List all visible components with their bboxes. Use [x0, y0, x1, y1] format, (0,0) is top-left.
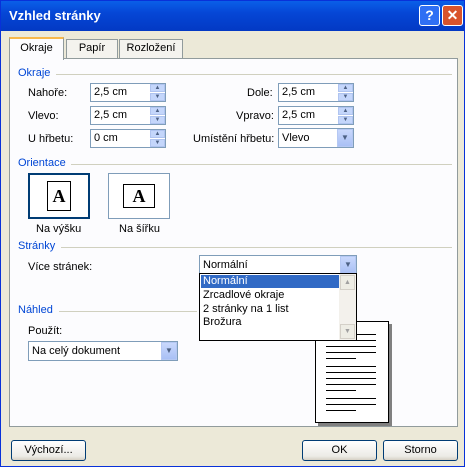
- window-title: Vzhled stránky: [9, 8, 101, 23]
- ok-button[interactable]: OK: [302, 440, 377, 461]
- bottom-margin-label: Dole:: [247, 87, 273, 99]
- divider: [61, 247, 452, 248]
- apply-to-select[interactable]: Na celý dokument ▼: [28, 341, 178, 361]
- scroll-up-icon[interactable]: ▲: [340, 275, 355, 290]
- chevron-down-icon[interactable]: ▼: [340, 256, 356, 274]
- dropdown-option[interactable]: Zrcadlové okraje: [201, 289, 341, 302]
- apply-to-value: Na celý dokument: [32, 345, 121, 357]
- gutter-position-select[interactable]: Vlevo ▼: [278, 128, 354, 148]
- spin-up-icon[interactable]: ▲: [150, 84, 165, 92]
- portrait-label: Na výšku: [36, 223, 82, 235]
- tab-label: Papír: [78, 42, 106, 54]
- close-button[interactable]: ✕: [442, 5, 463, 26]
- top-margin-label: Nahoře:: [28, 87, 68, 99]
- right-margin-spinner[interactable]: 2,5 cm ▲ ▼: [278, 106, 354, 125]
- page-setup-dialog: Vzhled stránky ? ✕ Okraje Papír Rozložen…: [0, 0, 465, 467]
- help-button[interactable]: ?: [419, 5, 440, 26]
- divider: [59, 311, 197, 312]
- multiple-pages-label: Více stránek:: [28, 261, 93, 273]
- spin-up-icon[interactable]: ▲: [150, 107, 165, 115]
- right-margin-value: 2,5 cm: [282, 109, 316, 121]
- spin-down-icon[interactable]: ▼: [338, 93, 353, 101]
- tab-label: Rozložení: [126, 42, 176, 54]
- dropdown-option[interactable]: 2 stránky na 1 list: [201, 303, 341, 316]
- left-margin-value: 2,5 cm: [94, 109, 128, 121]
- portrait-button[interactable]: A: [28, 173, 90, 219]
- margins-group-label: Okraje: [18, 67, 51, 79]
- gutter-position-label: Umístění hřbetu:: [193, 133, 275, 145]
- chevron-down-icon[interactable]: ▼: [161, 342, 177, 360]
- tab-okraje[interactable]: Okraje: [9, 37, 64, 60]
- gutter-spinner[interactable]: 0 cm ▲ ▼: [90, 129, 166, 148]
- tab-papir[interactable]: Papír: [66, 39, 118, 58]
- landscape-page-icon: A: [123, 184, 155, 208]
- tab-panel: [9, 58, 458, 427]
- bottom-margin-spinner[interactable]: 2,5 cm ▲ ▼: [278, 83, 354, 102]
- spin-up-icon[interactable]: ▲: [150, 130, 165, 138]
- scroll-down-icon[interactable]: ▼: [340, 324, 355, 339]
- spin-down-icon[interactable]: ▼: [150, 116, 165, 124]
- dropdown-option[interactable]: Normální: [201, 275, 341, 288]
- spin-down-icon[interactable]: ▼: [150, 139, 165, 147]
- title-bar[interactable]: Vzhled stránky ? ✕: [1, 1, 464, 31]
- tab-label: Okraje: [20, 42, 53, 54]
- gutter-label: U hřbetu:: [28, 133, 74, 145]
- spin-up-icon[interactable]: ▲: [338, 84, 353, 92]
- left-margin-label: Vlevo:: [28, 110, 59, 122]
- default-button[interactable]: Výchozí...: [11, 440, 86, 461]
- dropdown-option[interactable]: Brožura: [201, 316, 341, 329]
- multiple-pages-value: Normální: [203, 259, 248, 271]
- cancel-button[interactable]: Storno: [383, 440, 458, 461]
- divider: [56, 74, 452, 75]
- bottom-margin-value: 2,5 cm: [282, 86, 316, 98]
- orientation-group-label: Orientace: [18, 157, 66, 169]
- apply-to-label: Použít:: [28, 325, 63, 337]
- chevron-down-icon[interactable]: ▼: [337, 129, 353, 147]
- gutter-position-value: Vlevo: [282, 132, 310, 144]
- multiple-pages-select[interactable]: Normální ▼: [199, 255, 357, 275]
- gutter-value: 0 cm: [94, 132, 118, 144]
- divider: [71, 164, 452, 165]
- tab-rozlozeni[interactable]: Rozložení: [119, 39, 183, 58]
- right-margin-label: Vpravo:: [236, 110, 274, 122]
- spin-down-icon[interactable]: ▼: [338, 116, 353, 124]
- multiple-pages-dropdown: Normální Zrcadlové okraje 2 stránky na 1…: [199, 273, 357, 341]
- spin-up-icon[interactable]: ▲: [338, 107, 353, 115]
- preview-group-label: Náhled: [18, 304, 53, 316]
- spin-down-icon[interactable]: ▼: [150, 93, 165, 101]
- dropdown-scrollbar[interactable]: ▲ ▼: [339, 274, 356, 340]
- landscape-label: Na šířku: [119, 223, 160, 235]
- left-margin-spinner[interactable]: 2,5 cm ▲ ▼: [90, 106, 166, 125]
- pages-group-label: Stránky: [18, 240, 56, 252]
- top-margin-spinner[interactable]: 2,5 cm ▲ ▼: [90, 83, 166, 102]
- top-margin-value: 2,5 cm: [94, 86, 128, 98]
- landscape-button[interactable]: A: [108, 173, 170, 219]
- portrait-page-icon: A: [47, 181, 71, 211]
